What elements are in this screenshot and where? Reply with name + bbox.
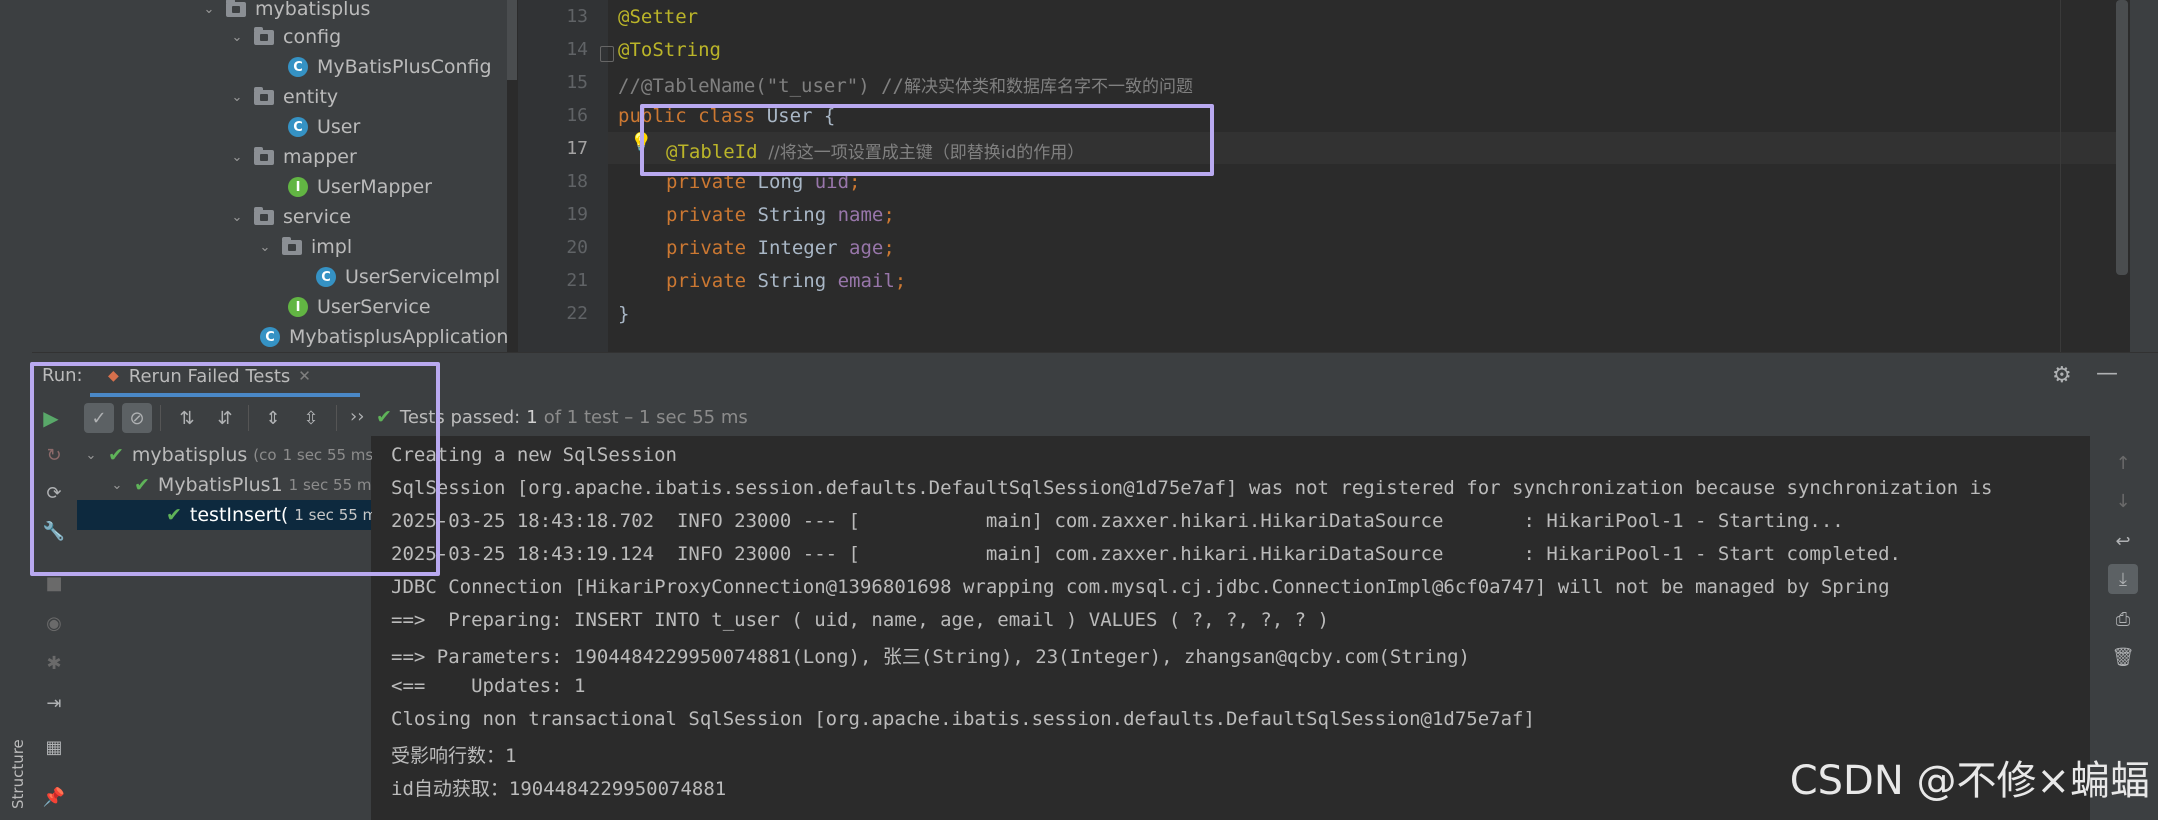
code-line-21: private String email; [666,270,907,292]
tree-item-mapper[interactable]: ⌄ mapper [230,142,357,172]
minimize-icon[interactable]: — [2096,361,2118,386]
annotation-highlight-box [640,104,1214,176]
line-number: 17 [566,138,588,159]
bug-icon[interactable]: ✱ [39,648,69,678]
right-tool-strip [2130,0,2158,352]
tree-item-userservice[interactable]: I UserService [288,292,431,322]
line-number: 18 [566,171,588,192]
line-number: 14 [566,39,588,60]
tree-item-userserviceimpl[interactable]: C UserServiceImpl [316,262,500,292]
editor-scrollbar[interactable] [2116,0,2128,275]
right-margin-guide [2060,0,2061,352]
line-number: 13 [566,6,588,27]
console-line: id自动获取：1904484229950074881 [391,778,727,800]
layout-icon[interactable]: ▦ [39,732,69,762]
chevron-down-icon: ⌄ [203,1,215,17]
console-line: 2025-03-25 18:43:19.124 INFO 23000 --- [… [391,543,1901,565]
console-line: ==> Preparing: INSERT INTO t_user ( uid,… [391,609,1329,631]
chevron-down-icon: ⌄ [231,29,243,45]
chevron-down-icon: ⌄ [231,89,243,105]
code-line-14: @ToString [618,39,721,61]
tree-item-impl[interactable]: ⌄ impl [258,232,353,262]
tree-item-service[interactable]: ⌄ service [230,202,352,232]
code-line-19: private String name; [666,204,895,226]
folder-icon [254,26,274,45]
tree-item-user[interactable]: C User [288,112,360,142]
code-line-15: //@TableName("t_user") //解决实体类和数据库名字不一致的… [618,75,1193,97]
console-line: 2025-03-25 18:43:18.702 INFO 23000 --- [… [391,510,1844,532]
spring-boot-class-icon: C [260,327,280,347]
console-line: ==> Parameters: 1904484229950074881(Long… [391,646,1470,668]
tree-item-mybatisplusconfig[interactable]: C MyBatisPlusConfig [288,52,492,82]
line-number-gutter: 13 14 15 16 17 18 19 20 21 22 [518,0,608,352]
line-number: 21 [566,270,588,291]
console-line: <== Updates: 1 [391,675,586,697]
line-number: 15 [566,72,588,93]
fold-marker-icon[interactable] [600,46,614,62]
gear-icon[interactable]: ⚙ [2052,363,2072,388]
camera-icon[interactable]: ◉ [39,608,69,638]
code-line-20: private Integer age; [666,237,895,259]
interface-icon: I [288,297,308,317]
tree-item-entity[interactable]: ⌄ entity [230,82,339,112]
class-icon: C [288,117,308,137]
folder-icon [254,146,274,165]
tree-item-usermapper[interactable]: I UserMapper [288,172,432,202]
clear-all-icon[interactable]: 🗑 [2108,642,2138,672]
folder-icon [254,206,274,225]
structure-tool-tab[interactable]: Structure [9,729,27,809]
line-number: 22 [566,303,588,324]
left-tool-strip [0,0,33,820]
annotation-highlight-box [30,362,440,576]
console-line: Closing non transactional SqlSession [or… [391,708,1535,730]
scroll-down-icon[interactable]: ↓ [2108,486,2138,516]
project-tree: ⌄ mybatisplus ⌄ config C MyBatisPlusConf… [32,0,508,352]
scroll-up-icon[interactable]: ↑ [2108,448,2138,478]
chevron-down-icon: ⌄ [259,239,271,255]
soft-wrap-icon[interactable]: ↩ [2108,526,2138,556]
tree-item-config[interactable]: ⌄ config [230,22,342,52]
print-icon[interactable]: ⎙ [2108,604,2138,634]
watermark: CSDN @不修×蝙蝠 [1789,758,2150,804]
console-line: 受影响行数：1 [391,745,517,767]
tree-item-mybatisplus[interactable]: ⌄ mybatisplus [202,0,370,24]
folder-icon [254,86,274,105]
folder-icon [282,236,302,255]
console-line: SqlSession [org.apache.ibatis.session.de… [391,477,1993,499]
pin-icon[interactable]: 📌 [39,782,69,812]
scroll-to-end-icon[interactable]: ⤓ [2108,564,2138,594]
class-icon: C [316,267,336,287]
chevron-down-icon: ⌄ [231,209,243,225]
project-tree-scrollbar[interactable] [507,0,517,80]
exit-icon[interactable]: ⇥ [39,688,69,718]
code-line-13: @Setter [618,6,699,28]
line-number: 20 [566,237,588,258]
line-number: 16 [566,105,588,126]
console-line: JDBC Connection [HikariProxyConnection@1… [391,576,1890,598]
line-number: 19 [566,204,588,225]
class-icon: C [288,57,308,77]
chevron-down-icon: ⌄ [231,149,243,165]
tree-item-mybatisplusapplication[interactable]: C MybatisplusApplication [260,322,508,352]
folder-icon [226,0,246,17]
code-line-22: } [618,303,630,325]
interface-icon: I [288,177,308,197]
